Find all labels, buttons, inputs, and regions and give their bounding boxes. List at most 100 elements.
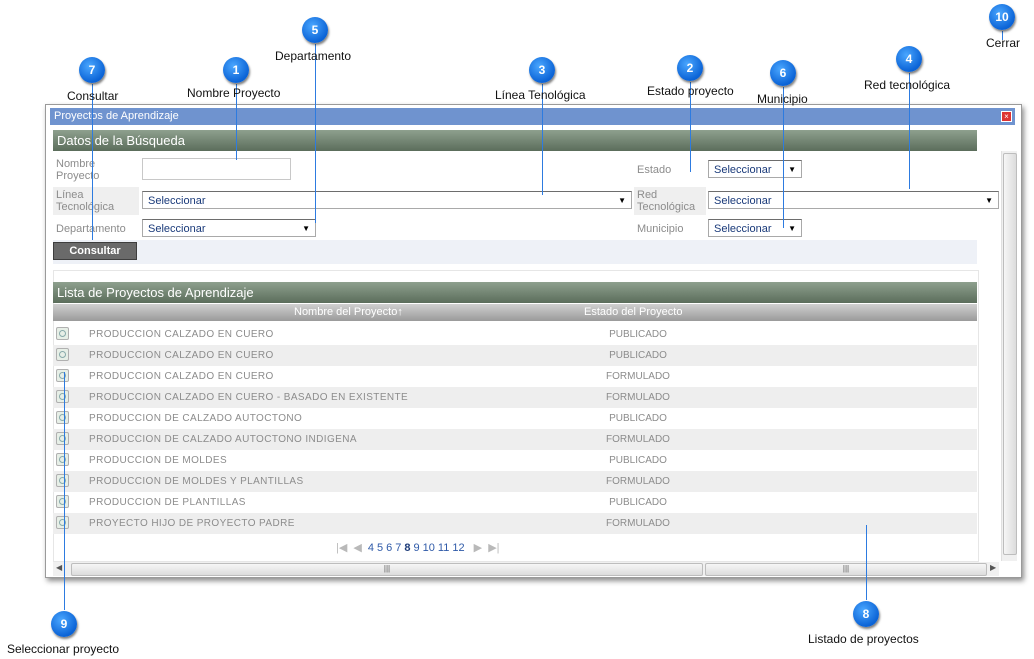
vertical-scroll-thumb[interactable] bbox=[1003, 153, 1017, 555]
page-number[interactable]: 5 bbox=[377, 542, 383, 554]
horizontal-scrollbar[interactable]: ◀ ||| ||| ▶ bbox=[53, 562, 999, 576]
project-name: PRODUCCION CALZADO EN CUERO bbox=[89, 350, 274, 361]
page-number[interactable]: 8 bbox=[404, 542, 410, 554]
select-project-icon[interactable] bbox=[56, 348, 69, 361]
filter-bar bbox=[53, 240, 977, 264]
municipio-label: Municipio bbox=[637, 223, 684, 235]
project-state: PUBLICADO bbox=[609, 497, 667, 508]
table-row[interactable]: PRODUCCION DE MOLDES PUBLICADO bbox=[53, 450, 977, 471]
project-name: PRODUCCION DE CALZADO AUTOCTONO INDIGENA bbox=[89, 434, 357, 445]
table-row[interactable]: PRODUCCION CALZADO EN CUERO PUBLICADO bbox=[53, 345, 977, 366]
select-project-icon[interactable] bbox=[56, 411, 69, 424]
callout-4-badge: 4 bbox=[896, 46, 922, 72]
page-number[interactable]: 10 bbox=[423, 542, 435, 554]
search-section-header: Datos de la Búsqueda bbox=[53, 130, 977, 151]
callout-6-badge: 6 bbox=[770, 60, 796, 86]
callout-1-label: Nombre Proyecto bbox=[187, 86, 281, 100]
project-name: PROYECTO HIJO DE PROYECTO PADRE bbox=[89, 518, 295, 529]
chevron-down-icon: ▼ bbox=[618, 196, 626, 205]
project-name: PRODUCCION DE MOLDES Y PLANTILLAS bbox=[89, 476, 304, 487]
linea-tecnologica-select[interactable]: Seleccionar ▼ bbox=[142, 191, 632, 209]
next-page-icon[interactable]: ▶ bbox=[474, 542, 482, 554]
callout-8-badge: 8 bbox=[853, 601, 879, 627]
page-number[interactable]: 12 bbox=[452, 542, 464, 554]
horizontal-scroll-thumb[interactable]: ||| bbox=[71, 563, 703, 576]
chevron-down-icon: ▼ bbox=[302, 224, 310, 233]
consultar-button[interactable]: Consultar bbox=[53, 242, 137, 260]
chevron-down-icon: ▼ bbox=[788, 224, 796, 233]
red-select-value: Seleccionar bbox=[714, 195, 772, 207]
municipio-select[interactable]: Seleccionar ▼ bbox=[708, 219, 802, 237]
page-number[interactable]: 6 bbox=[386, 542, 392, 554]
municipio-select-value: Seleccionar bbox=[714, 223, 772, 235]
prev-page-icon[interactable]: ◀ bbox=[353, 542, 361, 554]
first-page-icon[interactable]: |◀ bbox=[336, 542, 347, 554]
page-number[interactable]: 9 bbox=[414, 542, 420, 554]
callout-10-label: Cerrar bbox=[986, 36, 1021, 50]
project-state: PUBLICADO bbox=[609, 455, 667, 466]
callout-9-badge: 9 bbox=[51, 611, 77, 637]
departamento-select[interactable]: Seleccionar ▼ bbox=[142, 219, 316, 237]
select-project-icon[interactable] bbox=[56, 453, 69, 466]
callout-2-label: Estado proyecto bbox=[647, 84, 734, 98]
callout-3-label: Línea Tenológica bbox=[495, 88, 586, 102]
table-row[interactable]: PRODUCCION CALZADO EN CUERO PUBLICADO bbox=[53, 324, 977, 345]
pagination: |◀ ◀ 4 5 6 7 8 9 10 11 12 ▶ ▶| bbox=[336, 541, 503, 554]
table-row[interactable]: PRODUCCION DE MOLDES Y PLANTILLAS FORMULA… bbox=[53, 471, 977, 492]
linea-label: Línea Tecnológica bbox=[53, 187, 139, 215]
select-project-icon[interactable] bbox=[56, 327, 69, 340]
red-tecnologica-select[interactable]: Seleccionar ▼ bbox=[708, 191, 999, 209]
horizontal-scroll-thumb-2[interactable]: ||| bbox=[705, 563, 987, 576]
table-row[interactable]: PRODUCCION DE PLANTILLAS PUBLICADO bbox=[53, 492, 977, 513]
nombre-label: Nombre Proyecto bbox=[56, 158, 100, 182]
callout-6-leader-line bbox=[783, 87, 784, 228]
close-icon[interactable]: × bbox=[1001, 111, 1012, 122]
chevron-down-icon: ▼ bbox=[788, 165, 796, 174]
callout-7-leader-line bbox=[92, 84, 93, 240]
select-project-icon[interactable] bbox=[56, 474, 69, 487]
select-project-icon[interactable] bbox=[56, 516, 69, 529]
callout-1-badge: 1 bbox=[223, 57, 249, 83]
select-project-icon[interactable] bbox=[56, 432, 69, 445]
table-row[interactable]: PRODUCCION CALZADO EN CUERO FORMULADO bbox=[53, 366, 977, 387]
callout-7-badge: 7 bbox=[79, 57, 105, 83]
select-project-icon[interactable] bbox=[56, 369, 69, 382]
callout-10-badge: 10 bbox=[989, 4, 1015, 30]
project-name: PRODUCCION CALZADO EN CUERO bbox=[89, 329, 274, 340]
callout-2-badge: 2 bbox=[677, 55, 703, 81]
linea-select-value: Seleccionar bbox=[148, 195, 206, 207]
page-number[interactable]: 7 bbox=[395, 542, 401, 554]
last-page-icon[interactable]: ▶| bbox=[488, 542, 499, 554]
project-state: FORMULADO bbox=[606, 476, 670, 487]
scroll-right-icon[interactable]: ▶ bbox=[990, 563, 996, 572]
vertical-scrollbar[interactable] bbox=[1001, 151, 1017, 561]
callout-8-label: Listado de proyectos bbox=[808, 632, 919, 646]
select-project-icon[interactable] bbox=[56, 390, 69, 403]
window-titlebar[interactable]: Proyectos de Aprendizaje × bbox=[50, 108, 1015, 125]
callout-5-leader-line bbox=[315, 44, 316, 223]
nombre-proyecto-input[interactable] bbox=[142, 158, 291, 180]
callout-5-label: Departamento bbox=[275, 49, 352, 63]
table-row[interactable]: PRODUCCION DE CALZADO AUTOCTONO PUBLICADO bbox=[53, 408, 977, 429]
estado-select[interactable]: Seleccionar ▼ bbox=[708, 160, 802, 178]
page-number[interactable]: 4 bbox=[368, 542, 374, 554]
column-header-nombre[interactable]: Nombre del Proyecto↑ bbox=[294, 304, 403, 321]
table-row[interactable]: PRODUCCION CALZADO EN CUERO - BASADO EN … bbox=[53, 387, 977, 408]
departamento-select-value: Seleccionar bbox=[148, 223, 206, 235]
page-number[interactable]: 11 bbox=[438, 542, 449, 554]
callout-9-label: Seleccionar proyecto bbox=[7, 642, 120, 656]
scroll-left-icon[interactable]: ◀ bbox=[56, 563, 62, 572]
project-name: PRODUCCION CALZADO EN CUERO bbox=[89, 371, 274, 382]
callout-3-badge: 3 bbox=[529, 57, 555, 83]
list-section-header: Lista de Proyectos de Aprendizaje bbox=[53, 282, 977, 303]
project-state: PUBLICADO bbox=[609, 350, 667, 361]
table-row[interactable]: PROYECTO HIJO DE PROYECTO PADRE FORMULADO bbox=[53, 513, 977, 534]
callout-8-leader-line bbox=[866, 525, 867, 600]
table-row[interactable]: PRODUCCION DE CALZADO AUTOCTONO INDIGENA… bbox=[53, 429, 977, 450]
projects-window: Proyectos de Aprendizaje × Datos de la B… bbox=[45, 104, 1022, 578]
callout-7-label: Consultar bbox=[67, 89, 119, 103]
departamento-label: Departamento bbox=[56, 223, 126, 235]
column-header-estado[interactable]: Estado del Proyecto bbox=[584, 304, 682, 321]
estado-label: Estado bbox=[637, 164, 672, 176]
select-project-icon[interactable] bbox=[56, 495, 69, 508]
